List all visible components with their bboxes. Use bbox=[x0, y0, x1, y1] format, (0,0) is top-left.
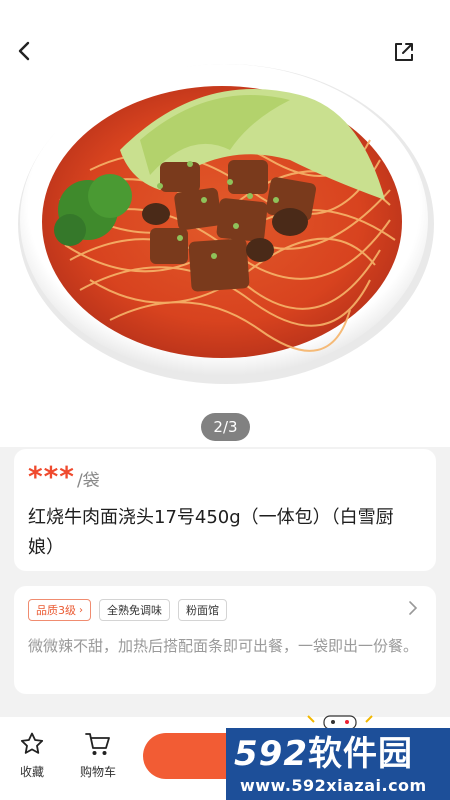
chevron-right-icon[interactable] bbox=[408, 600, 418, 616]
watermark-brand-number: 592 bbox=[234, 734, 308, 774]
back-button[interactable] bbox=[14, 40, 56, 82]
tag-noodle-shop: 粉面馆 bbox=[178, 599, 227, 621]
product-title: 红烧牛肉面浇头17号450g（一体包）（白雪厨娘） bbox=[28, 507, 394, 558]
tag-list: 品质3级 › 全熟免调味 粉面馆 bbox=[28, 598, 422, 622]
product-image-gallery[interactable]: 2/3 bbox=[0, 0, 450, 447]
share-icon bbox=[395, 43, 413, 61]
star-icon bbox=[20, 732, 44, 754]
gamepad-mascot-icon bbox=[307, 715, 373, 730]
chevron-right-icon: › bbox=[79, 604, 83, 616]
product-info-card[interactable]: 品质3级 › 全熟免调味 粉面馆 微微辣不甜，加热后搭配面条即可出餐，一袋即出一… bbox=[14, 586, 436, 694]
price-unit: /袋 bbox=[76, 471, 100, 491]
quality-tag-label: 品质3级 bbox=[36, 604, 76, 617]
cart-label: 购物车 bbox=[79, 765, 116, 779]
watermark-url: www.592xiazai.com bbox=[240, 776, 427, 795]
watermark-brand-text: 软件园 bbox=[307, 734, 413, 774]
site-watermark: 592软件园 www.592xiazai.com bbox=[226, 728, 450, 800]
cart-icon bbox=[85, 733, 110, 755]
cart-button[interactable]: 购物车 bbox=[68, 731, 128, 780]
back-arrow-icon bbox=[18, 41, 30, 61]
noodle-bowl-image bbox=[18, 64, 434, 384]
favorite-label: 收藏 bbox=[19, 765, 44, 779]
share-button[interactable] bbox=[392, 40, 434, 82]
tag-ready-to-eat: 全熟免调味 bbox=[99, 599, 170, 621]
quality-tag[interactable]: 品质3级 › bbox=[28, 599, 91, 621]
watermark-brand: 592软件园 bbox=[234, 734, 413, 774]
gallery-page-indicator: 2/3 bbox=[201, 413, 250, 441]
favorite-button[interactable]: 收藏 bbox=[2, 731, 62, 780]
product-title-card: *** /袋 红烧牛肉面浇头17号450g（一体包）（白雪厨娘） bbox=[14, 449, 436, 571]
price-row: *** /袋 bbox=[28, 463, 422, 497]
price-masked: *** bbox=[28, 460, 75, 493]
product-description: 微微辣不甜，加热后搭配面条即可出餐，一袋即出一份餐。 bbox=[28, 637, 419, 655]
